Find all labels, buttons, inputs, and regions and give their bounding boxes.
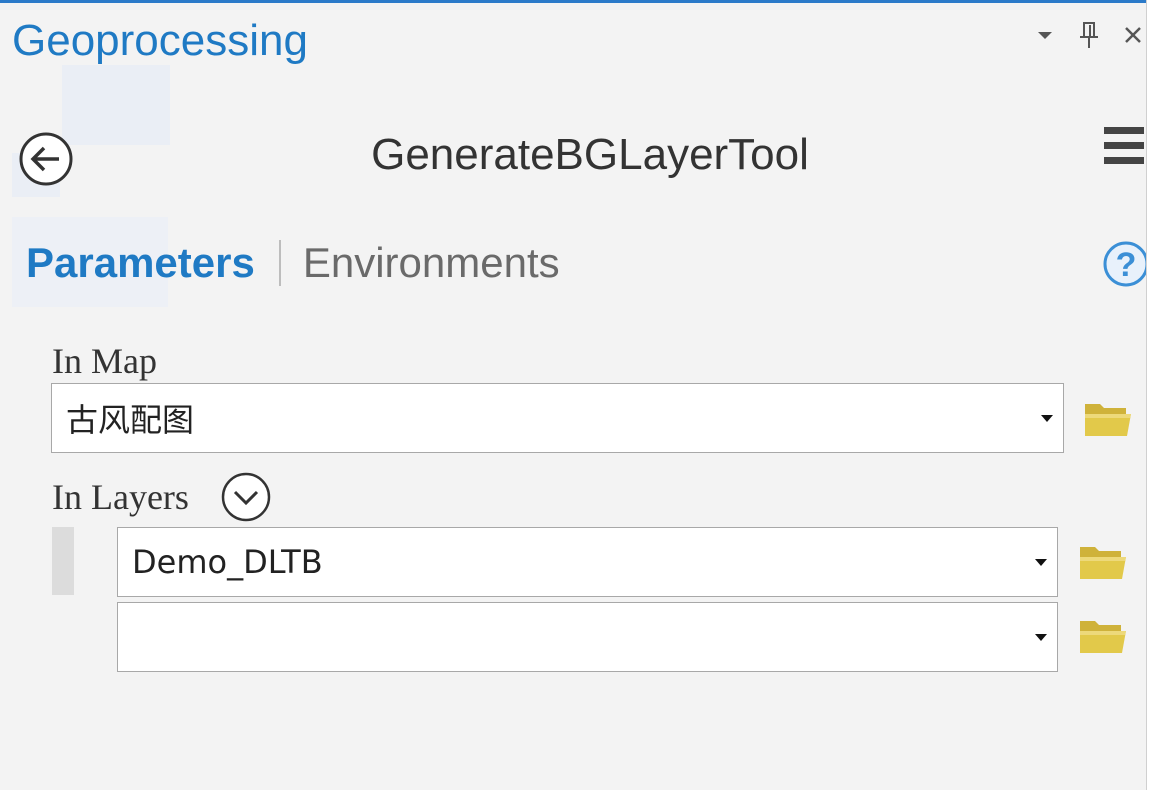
in-map-value: 古风配图 bbox=[66, 401, 195, 439]
in-layers-browse-button[interactable] bbox=[1077, 613, 1129, 657]
folder-open-icon bbox=[1080, 621, 1126, 653]
pin-icon[interactable] bbox=[1076, 15, 1102, 55]
hamburger-menu-icon bbox=[1104, 127, 1144, 164]
pane-edge-scrollbar[interactable] bbox=[1146, 0, 1158, 790]
dropdown-arrow-icon bbox=[1035, 634, 1047, 641]
dropdown-arrow-icon bbox=[1035, 559, 1047, 566]
pane-title: Geoprocessing bbox=[12, 16, 308, 65]
tool-title: GenerateBGLayerTool bbox=[371, 130, 809, 179]
tab-environments[interactable]: Environments bbox=[303, 235, 560, 291]
in-layers-dropdown[interactable]: Demo_DLTB bbox=[117, 527, 1058, 597]
in-layers-label: In Layers bbox=[52, 477, 189, 517]
in-map-browse-button[interactable] bbox=[1082, 396, 1134, 440]
folder-open-icon bbox=[1085, 404, 1131, 436]
row-drag-handle[interactable] bbox=[52, 527, 74, 595]
tool-tabs: Parameters Environments bbox=[26, 235, 560, 291]
tab-parameters[interactable]: Parameters bbox=[26, 235, 255, 291]
help-icon: ? bbox=[1103, 241, 1146, 287]
back-button[interactable] bbox=[18, 131, 74, 187]
in-layers-browse-button[interactable] bbox=[1077, 539, 1129, 583]
close-icon[interactable] bbox=[1120, 15, 1146, 55]
chevron-down-icon[interactable] bbox=[1032, 15, 1058, 55]
tool-menu-button[interactable] bbox=[1102, 125, 1146, 169]
back-arrow-icon bbox=[19, 132, 73, 186]
svg-text:?: ? bbox=[1116, 246, 1137, 284]
geoprocessing-pane: Geoprocessing GenerateBGLayerTool Parame… bbox=[0, 0, 1146, 790]
chevron-down-circle-icon bbox=[221, 472, 271, 522]
in-layers-dropdown[interactable] bbox=[117, 602, 1058, 672]
in-map-label: In Map bbox=[52, 341, 157, 381]
help-button[interactable]: ? bbox=[1100, 239, 1146, 289]
pane-controls bbox=[1032, 15, 1146, 55]
tab-divider bbox=[278, 240, 281, 286]
folder-open-icon bbox=[1080, 547, 1126, 579]
in-layers-value: Demo_DLTB bbox=[132, 543, 323, 581]
in-layers-expand-button[interactable] bbox=[220, 471, 272, 523]
dropdown-arrow-icon bbox=[1041, 415, 1053, 422]
in-map-dropdown[interactable]: 古风配图 bbox=[51, 383, 1064, 453]
